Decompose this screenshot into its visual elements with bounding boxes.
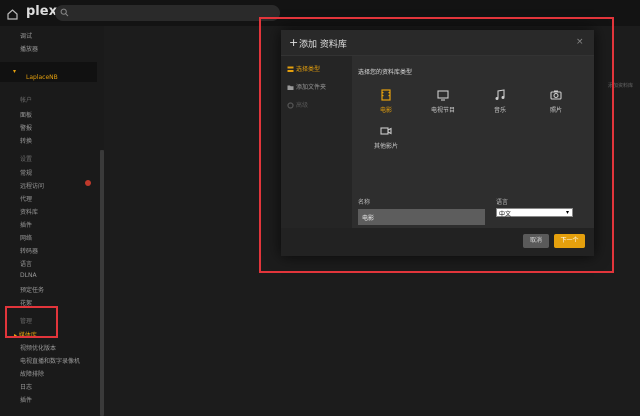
sidebar-item-alerts[interactable]: 警报 [20, 123, 32, 132]
home-icon[interactable] [6, 6, 19, 20]
sidebar-item-convert[interactable]: 转换 [20, 136, 32, 145]
highlight-box-sidebar [5, 306, 58, 338]
sidebar-item-network[interactable]: 网络 [20, 233, 32, 242]
plex-logo[interactable]: plex [26, 4, 57, 19]
sidebar-item-transcoder[interactable]: 转码器 [20, 246, 38, 255]
sidebar-item-plugins[interactable]: 插件 [20, 220, 32, 229]
sidebar-item-troubleshooting[interactable]: 故障排除 [20, 369, 44, 378]
sidebar-item-optimized-versions[interactable]: 视频优化版本 [20, 343, 56, 352]
server-name[interactable]: LaplaceNB ▾ [13, 68, 58, 81]
sidebar-item-plugins-manage[interactable]: 插件 [20, 395, 32, 404]
sidebar-item-library[interactable]: 资料库 [20, 207, 38, 216]
sidebar-item-remote-access[interactable]: 远程访问 [20, 181, 44, 190]
sidebar-item-dashboard[interactable]: 面板 [20, 110, 32, 119]
sidebar-item-proxy[interactable]: 代理 [20, 194, 32, 203]
search-input[interactable] [55, 5, 280, 21]
sidebar-item-dlna[interactable]: DLNA [20, 272, 37, 279]
sidebar-item-debug[interactable]: 调试 [20, 31, 32, 40]
sidebar-header-account: 帐户 [20, 97, 33, 104]
sidebar-item-live-tv-dvr[interactable]: 电视直播和数字录像机 [20, 356, 80, 365]
sidebar-item-logs[interactable]: 日志 [20, 382, 32, 391]
sidebar-item-scheduled-tasks[interactable]: 预定任务 [20, 285, 44, 294]
sidebar-header-settings: 设置 [20, 156, 33, 163]
highlight-box-dialog [259, 17, 614, 273]
sidebar-item-player[interactable]: 播放器 [20, 44, 38, 53]
warning-badge [85, 180, 91, 186]
sidebar-item-language[interactable]: 语言 [20, 259, 32, 268]
server-selector[interactable]: LaplaceNB ▾ [0, 62, 97, 82]
sidebar-item-general[interactable]: 常规 [20, 168, 32, 177]
settings-sidebar: 调试 播放器 LaplaceNB ▾ 帐户 面板 警报 转换 设置 常规 远程访… [0, 26, 104, 416]
